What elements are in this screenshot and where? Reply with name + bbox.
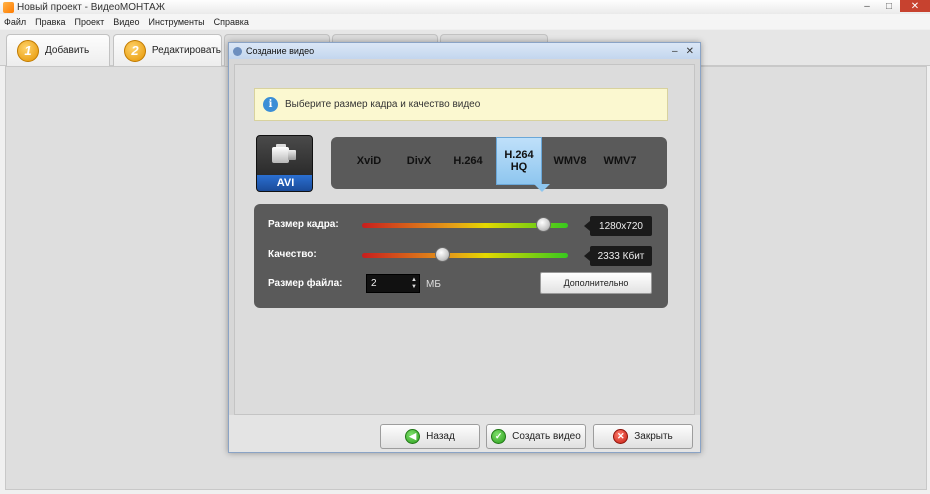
file-size-stepper[interactable]: 2 ▲ ▼: [366, 274, 420, 293]
file-size-unit: МБ: [426, 279, 441, 290]
dialog-title: Создание видео: [246, 46, 315, 56]
dialog-app-icon: [233, 46, 242, 56]
codec-h264[interactable]: H.264: [441, 137, 495, 185]
app-titlebar: Новый проект - ВидеоМОНТАЖ – □ ✕: [0, 0, 930, 14]
quality-value: 2333 Кбит: [584, 246, 652, 266]
format-label: AVI: [257, 175, 312, 191]
close-button[interactable]: ✕ Закрыть: [593, 424, 693, 449]
menu-help[interactable]: Справка: [214, 17, 249, 27]
info-icon: i: [263, 97, 278, 112]
frame-size-slider-thumb[interactable]: [535, 217, 551, 232]
dialog-titlebar: Создание видео – ✕: [229, 43, 700, 59]
tab-edit-label: Редактировать: [151, 45, 221, 56]
quality-slider[interactable]: [362, 247, 568, 262]
tab-add[interactable]: 1 Добавить: [6, 34, 110, 66]
close-icon: ✕: [613, 429, 629, 444]
file-size-input[interactable]: 2: [367, 278, 409, 289]
dialog-footer: ◀ Назад ✓ Создать видео ✕ Закрыть: [229, 415, 700, 452]
tab-add-label: Добавить: [45, 45, 90, 56]
menu-edit[interactable]: Правка: [35, 17, 65, 27]
quality-label: Качество:: [268, 249, 317, 260]
advanced-button[interactable]: Дополнительно: [540, 272, 652, 294]
frame-size-slider[interactable]: [362, 217, 568, 232]
quality-slider-thumb[interactable]: [434, 247, 450, 262]
codec-wmv8[interactable]: WMV8: [545, 137, 595, 185]
codec-h264-hq[interactable]: H.264 HQ: [496, 137, 542, 185]
check-icon: ✓: [491, 429, 507, 444]
dialog-close-button[interactable]: ✕: [686, 46, 694, 57]
settings-panel: Размер кадра: 1280x720 Качество: 2333 Кб…: [254, 204, 668, 308]
menu-bar: Файл Правка Проект Видео Инструменты Спр…: [0, 14, 930, 29]
app-title: Новый проект - ВидеоМОНТАЖ: [17, 1, 165, 13]
window-controls: – □ ✕: [856, 0, 930, 12]
frame-size-value: 1280x720: [584, 216, 652, 236]
app-logo-icon: [3, 1, 14, 13]
info-text: Выберите размер кадра и качество видео: [285, 99, 481, 110]
back-button[interactable]: ◀ Назад: [380, 424, 480, 449]
codec-xvid[interactable]: XviD: [341, 137, 397, 185]
step-2-icon: 2: [124, 39, 146, 62]
maximize-button[interactable]: □: [878, 0, 900, 12]
back-button-label: Назад: [426, 431, 455, 442]
create-video-button[interactable]: ✓ Создать видео: [486, 424, 586, 449]
step-1-icon: 1: [17, 39, 39, 62]
tab-edit[interactable]: 2 Редактировать: [113, 34, 222, 66]
minimize-button[interactable]: –: [856, 0, 878, 12]
create-video-dialog: Создание видео – ✕ i Выберите размер кад…: [228, 42, 701, 453]
codec-wmv7[interactable]: WMV7: [595, 137, 645, 185]
create-video-button-label: Создать видео: [512, 431, 581, 442]
format-avi-button[interactable]: AVI: [256, 135, 313, 192]
codec-selector: XviD DivX H.264 H.264 HQ WMV8 WMV7: [331, 137, 667, 192]
menu-file[interactable]: Файл: [4, 17, 26, 27]
info-banner: i Выберите размер кадра и качество видео: [254, 88, 668, 121]
menu-tools[interactable]: Инструменты: [149, 17, 205, 27]
menu-video[interactable]: Видео: [113, 17, 139, 27]
menu-project[interactable]: Проект: [75, 17, 105, 27]
camera-icon: [272, 144, 296, 166]
frame-size-label: Размер кадра:: [268, 219, 339, 230]
close-window-button[interactable]: ✕: [900, 0, 930, 12]
codec-selected-pointer: [534, 184, 550, 192]
stepper-arrows-icon[interactable]: ▲ ▼: [409, 277, 419, 291]
dialog-minimize-button[interactable]: –: [672, 46, 678, 57]
dialog-controls: – ✕: [672, 43, 694, 59]
file-size-label: Размер файла:: [268, 278, 343, 289]
arrow-left-icon: ◀: [405, 429, 421, 444]
codec-divx[interactable]: DivX: [397, 137, 441, 185]
close-button-label: Закрыть: [634, 431, 673, 442]
